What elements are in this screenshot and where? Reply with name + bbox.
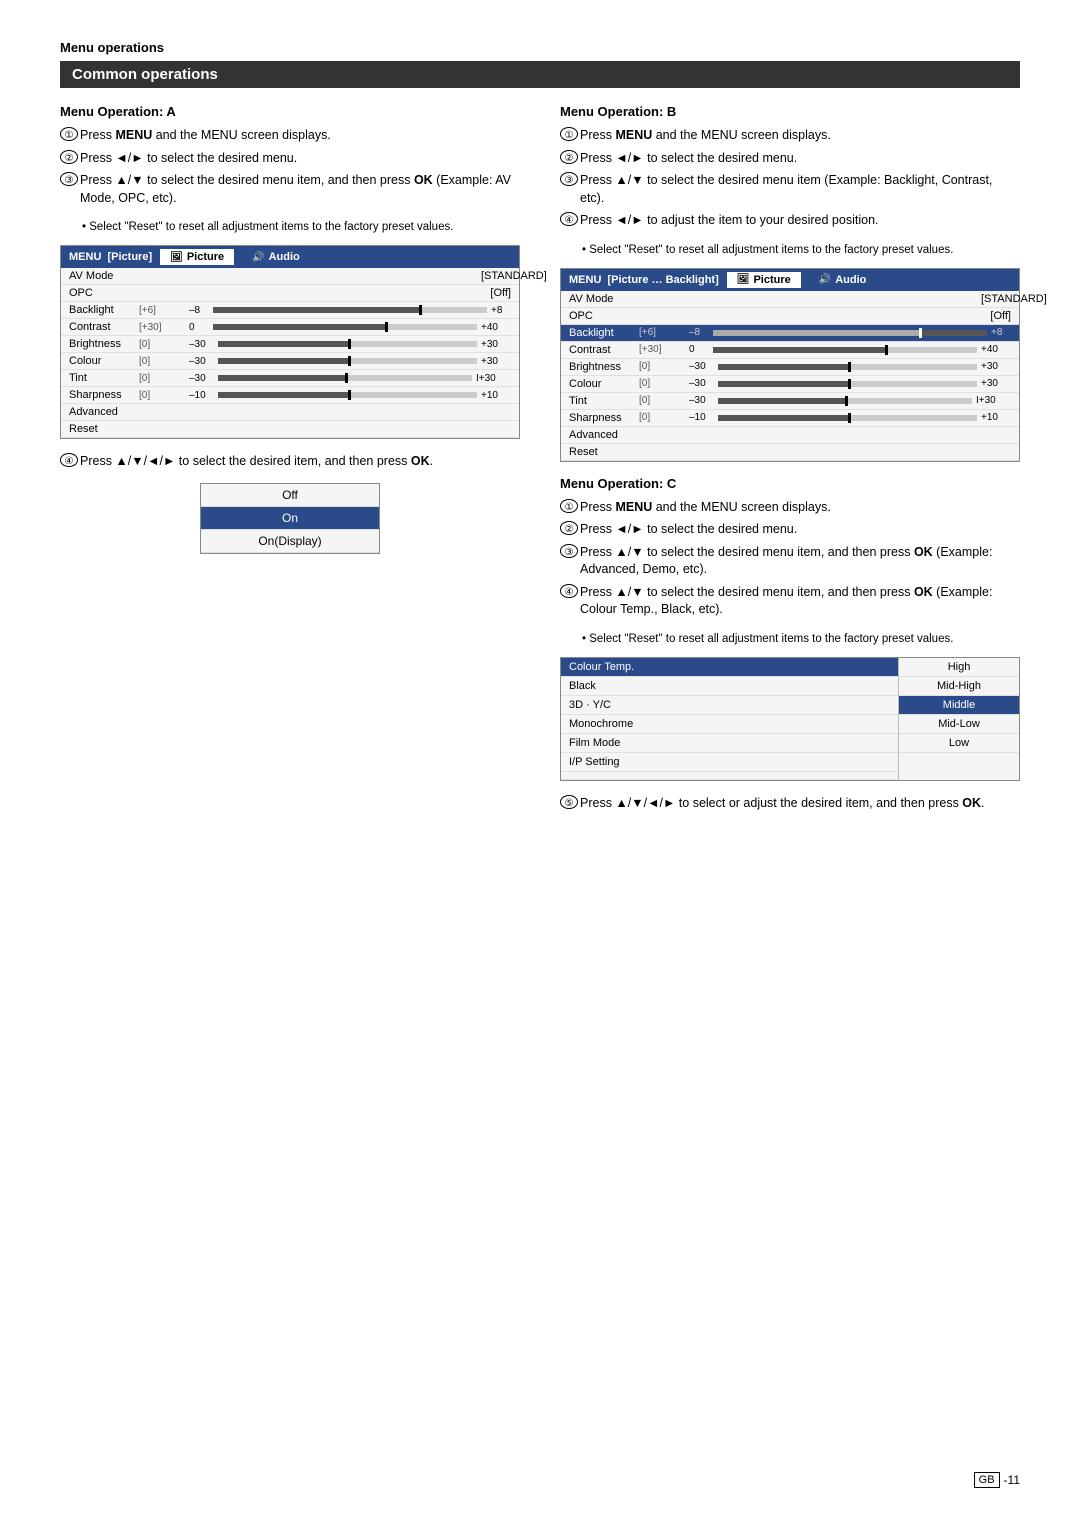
step-c5: ⑤ Press ▲/▼/◄/► to select or adjust the …: [560, 795, 1020, 813]
step-a1: ① Press MENU and the MENU screen display…: [60, 127, 520, 145]
steps-a: ① Press MENU and the MENU screen display…: [60, 127, 520, 207]
page-number: -11: [1004, 1473, 1020, 1487]
menu-c-option-midhigh: Mid-High: [899, 677, 1019, 696]
menu-c-item-ipsetting: I/P Setting: [561, 753, 898, 772]
step-b3: ③ Press ▲/▼ to select the desired menu i…: [560, 172, 1020, 207]
menu-operations-label: Menu operations: [60, 40, 1020, 55]
menu-c-option-middle: Middle: [899, 696, 1019, 715]
step-c2: ② Press ◄/► to select the desired menu.: [560, 521, 1020, 539]
menu-screen-b: MENU [Picture … Backlight] 🖼 Picture 🔊 A…: [560, 268, 1020, 462]
step-a3: ③ Press ▲/▼ to select the desired menu i…: [60, 172, 520, 207]
submenu-item-ondisplay: On(Display): [201, 530, 379, 553]
menu-c-option-high: High: [899, 658, 1019, 677]
step-a4: ④ Press ▲/▼/◄/► to select the desired it…: [60, 453, 520, 471]
menu-c-item-monochrome: Monochrome: [561, 715, 898, 734]
steps-a4: ④ Press ▲/▼/◄/► to select the desired it…: [60, 453, 520, 471]
steps-c: ① Press MENU and the MENU screen display…: [560, 499, 1020, 619]
step-b1: ① Press MENU and the MENU screen display…: [560, 127, 1020, 145]
section-title-c: Menu Operation: C: [560, 476, 1020, 491]
steps-b: ① Press MENU and the MENU screen display…: [560, 127, 1020, 230]
audio-icon-b: 🔊: [819, 274, 831, 285]
page-footer: GB -11: [974, 1472, 1020, 1488]
section-title-a: Menu Operation: A: [60, 104, 520, 119]
step-a2: ② Press ◄/► to select the desired menu.: [60, 150, 520, 168]
step-b4: ④ Press ◄/► to adjust the item to your d…: [560, 212, 1020, 230]
menu-c-item-empty: [561, 772, 898, 780]
menu-c-option-midlow: Mid-Low: [899, 715, 1019, 734]
picture-icon-b: 🖼: [737, 274, 750, 285]
menu-screen-a: MENU [Picture] 🖼 Picture 🔊 Audio AV Mode…: [60, 245, 520, 439]
menu-c-item-3dyc: 3D · Y/C: [561, 696, 898, 715]
section-title-b: Menu Operation: B: [560, 104, 1020, 119]
menu-screen-c: Colour Temp. Black 3D · Y/C Monochrome F…: [560, 657, 1020, 781]
step-c1: ① Press MENU and the MENU screen display…: [560, 499, 1020, 517]
picture-icon: 🖼: [170, 252, 183, 263]
menu-c-item-colourtemp: Colour Temp.: [561, 658, 898, 677]
submenu-popup-a: Off On On(Display): [200, 483, 380, 554]
submenu-item-on: On: [201, 507, 379, 530]
gb-badge: GB: [974, 1472, 1000, 1488]
step-b2: ② Press ◄/► to select the desired menu.: [560, 150, 1020, 168]
menu-c-item-filmmode: Film Mode: [561, 734, 898, 753]
bullet-note-c: • Select "Reset" to reset all adjustment…: [582, 631, 1020, 647]
submenu-item-off: Off: [201, 484, 379, 507]
steps-c5: ⑤ Press ▲/▼/◄/► to select or adjust the …: [560, 795, 1020, 813]
menu-c-item-black: Black: [561, 677, 898, 696]
col-left: Menu Operation: A ① Press MENU and the M…: [60, 104, 520, 824]
bullet-note-b: • Select "Reset" to reset all adjustment…: [582, 242, 1020, 258]
bullet-note-a: • Select "Reset" to reset all adjustment…: [82, 219, 520, 235]
menu-c-option-low: Low: [899, 734, 1019, 753]
common-operations-header: Common operations: [60, 61, 1020, 88]
audio-icon-a: 🔊: [252, 252, 264, 263]
step-c4: ④ Press ▲/▼ to select the desired menu i…: [560, 584, 1020, 619]
col-right: Menu Operation: B ① Press MENU and the M…: [560, 104, 1020, 824]
step-c3: ③ Press ▲/▼ to select the desired menu i…: [560, 544, 1020, 579]
